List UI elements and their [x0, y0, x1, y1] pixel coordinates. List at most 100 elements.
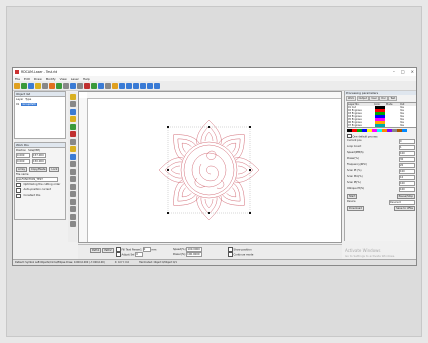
draw-tool-button[interactable]: [69, 168, 76, 175]
handle[interactable]: [167, 126, 169, 128]
toolbar-button[interactable]: [35, 82, 41, 89]
checkbox[interactable]: [116, 247, 121, 252]
toolbar-button[interactable]: [49, 82, 55, 89]
menu-laser[interactable]: Laser: [71, 77, 79, 81]
toolbar-button[interactable]: [84, 82, 90, 89]
draw-tool-button[interactable]: [69, 198, 76, 205]
handle[interactable]: [167, 212, 169, 214]
maximize-button[interactable]: □: [401, 69, 405, 74]
param-field[interactable]: 1: [399, 145, 415, 150]
draw-tool-button[interactable]: [69, 191, 76, 197]
tab-output[interactable]: Output: [356, 96, 369, 101]
draw-tool-button[interactable]: [69, 213, 76, 220]
checkbox[interactable]: [16, 182, 21, 187]
menu-help[interactable]: Help: [83, 77, 90, 81]
handle[interactable]: [167, 169, 169, 171]
path1-button[interactable]: Path1: [90, 248, 102, 253]
y-field[interactable]: 0.000: [16, 158, 30, 164]
w-field[interactable]: 157.000: [32, 152, 46, 158]
param-field[interactable]: 20: [399, 163, 415, 168]
checkbox[interactable]: [228, 252, 233, 257]
toolbar-button[interactable]: [91, 82, 97, 89]
toolbar-button[interactable]: [119, 82, 125, 89]
toolbar-button[interactable]: [105, 82, 111, 89]
draw-tool-button[interactable]: [69, 93, 76, 100]
param-field[interactable]: 100: [399, 181, 415, 186]
array-button[interactable]: Array: [16, 166, 27, 172]
toolbar-button[interactable]: [28, 82, 34, 89]
menu-draw[interactable]: Draw: [34, 77, 42, 81]
draw-tool-button[interactable]: [69, 131, 76, 137]
checkbox[interactable]: [228, 247, 233, 252]
toolbar-button[interactable]: [126, 82, 132, 89]
sel-field[interactable]: 0: [135, 252, 144, 258]
tab-test[interactable]: Test: [388, 96, 398, 101]
toolbar-button[interactable]: [112, 82, 118, 89]
minimize-button[interactable]: –: [393, 69, 395, 74]
toolbar-button[interactable]: [14, 82, 20, 89]
draw-tool-button[interactable]: [69, 221, 76, 227]
draw-tool-button[interactable]: [69, 116, 76, 122]
download-button[interactable]: Download: [347, 206, 364, 211]
draw-tool-button[interactable]: [69, 146, 76, 152]
toolbar-button[interactable]: [140, 82, 146, 89]
menu-modify[interactable]: Modify: [46, 77, 56, 81]
param-field[interactable]: 10: [399, 175, 415, 180]
table-row[interactable]: 07 Engrave Yes: [348, 124, 416, 127]
param-field[interactable]: 30: [399, 157, 415, 162]
handle[interactable]: [249, 126, 251, 128]
draw-tool-button[interactable]: [69, 123, 76, 130]
lock-button[interactable]: Lock: [49, 166, 60, 172]
menu-view[interactable]: View: [60, 77, 67, 81]
copy-paste-button[interactable]: Copy/Paste: [29, 166, 48, 172]
draw-tool-button[interactable]: [69, 101, 76, 107]
checkbox[interactable]: [347, 133, 352, 138]
h-field[interactable]: 150.000: [32, 158, 46, 164]
toolbar-button[interactable]: [147, 82, 153, 89]
param-field[interactable]: 100: [399, 151, 415, 156]
x-field[interactable]: 0.000: [16, 152, 30, 158]
checkbox[interactable]: [16, 188, 21, 193]
draw-tool-button[interactable]: [69, 206, 76, 212]
start-button[interactable]: Start: [347, 194, 358, 199]
toolbar-button[interactable]: [21, 82, 27, 89]
draw-tool-button[interactable]: [69, 176, 76, 182]
power-field[interactable]: 100.0000: [186, 252, 203, 257]
handle[interactable]: [208, 126, 210, 128]
draw-tool-button[interactable]: [69, 161, 76, 167]
param-field[interactable]: 100: [399, 187, 415, 192]
param1-field[interactable]: 0: [142, 247, 151, 253]
draw-tool-button[interactable]: [69, 108, 76, 115]
tab-work[interactable]: Work: [346, 96, 357, 101]
pause-stop-button[interactable]: Pause/Stop: [396, 194, 415, 199]
tab-user[interactable]: User: [369, 96, 379, 101]
draw-tool-button[interactable]: [69, 183, 76, 190]
toolbar-button[interactable]: [56, 82, 62, 89]
design-canvas[interactable]: [78, 91, 342, 243]
list-item[interactable]: 01 GroupPath: [15, 102, 65, 107]
param-field[interactable]: 0: [399, 139, 415, 144]
tab-doc[interactable]: Doc: [379, 96, 388, 101]
toolbar-button[interactable]: [154, 82, 160, 89]
menu-file[interactable]: File: [15, 77, 20, 81]
draw-tool-button[interactable]: [69, 153, 76, 160]
mandala-design[interactable]: [79, 92, 342, 243]
toolbar-button[interactable]: [77, 82, 83, 89]
toolbar-button[interactable]: [70, 82, 76, 89]
handle[interactable]: [249, 212, 251, 214]
device-select[interactable]: Device:0: [389, 200, 415, 205]
close-button[interactable]: ×: [411, 69, 414, 74]
menu-edit[interactable]: Edit: [24, 77, 30, 81]
handle[interactable]: [208, 212, 210, 214]
toolbar-button[interactable]: [42, 82, 48, 89]
checkbox[interactable]: [16, 193, 21, 198]
draw-tool-button[interactable]: [69, 138, 76, 145]
path2-button[interactable]: Path2: [102, 248, 114, 253]
toolbar-button[interactable]: [133, 82, 139, 89]
checkbox[interactable]: [116, 252, 121, 257]
toolbar-button[interactable]: [98, 82, 104, 89]
toolbar-button[interactable]: [63, 82, 69, 89]
color-swatch[interactable]: [402, 129, 407, 132]
save-ufile-button[interactable]: Save to UFile: [394, 206, 415, 211]
file-name-field[interactable]: ALLFUNCTION_TEST: [16, 176, 58, 182]
